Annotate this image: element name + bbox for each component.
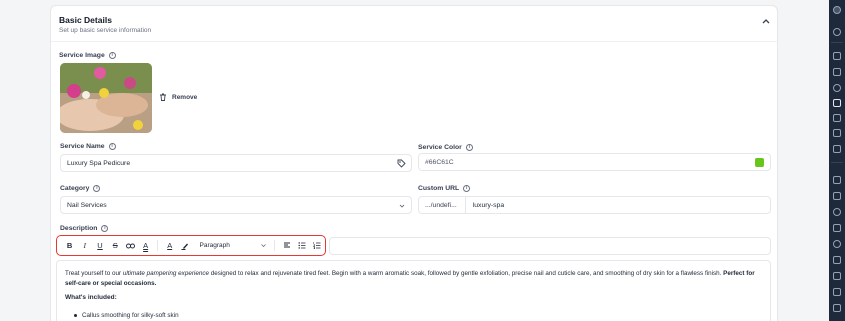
remove-image-button[interactable]: Remove [159,93,197,101]
inbox-icon[interactable] [833,114,841,122]
sidebar-divider [831,162,843,163]
service-name-label-text: Service Name [60,143,105,150]
category-label: Category i [60,185,101,192]
custom-url-label: Custom URL i [418,185,471,192]
numbered-list-button[interactable] [310,238,325,253]
body-text-1: Treat yourself to our [65,270,123,277]
send-icon[interactable] [833,192,841,200]
payments-icon[interactable] [833,224,841,232]
remove-label: Remove [172,93,198,101]
text-color-button[interactable]: A [162,238,177,253]
star-icon[interactable] [833,240,841,248]
info-icon[interactable]: i [101,225,109,232]
chevron-down-icon [399,204,405,208]
service-image-label-text: Service Image [59,52,105,59]
category-label-text: Category [60,185,90,192]
highlighter-icon [181,243,188,250]
search-icon[interactable] [833,28,841,36]
align-button[interactable] [279,238,294,253]
category-select[interactable]: Nail Services [60,196,412,214]
custom-url-label-text: Custom URL [418,185,460,192]
description-label-text: Description [60,225,98,232]
highlight-button[interactable] [177,238,192,253]
align-left-icon [283,242,290,248]
section-title: Basic Details [59,15,112,25]
custom-url-value: luxury-spa [472,201,505,209]
clear-format-button[interactable]: A [138,238,153,253]
rich-text-toolbar: B I U S A A Paragraph [56,235,326,256]
color-swatch[interactable] [755,158,764,167]
compass-icon[interactable] [833,52,841,60]
service-color-label: Service Color i [418,144,473,151]
body-emphasis: ultimate pampering experience [122,270,209,277]
service-name-input[interactable]: Luxury Spa Pedicure [60,154,412,172]
numbered-list-icon [313,242,321,249]
chart-icon[interactable] [833,288,841,296]
service-color-label-text: Service Color [418,144,462,151]
toolbar-divider [274,240,276,251]
strikethrough-button[interactable]: S [108,238,123,253]
chat-icon[interactable] [833,84,841,92]
custom-url-input[interactable]: .../undefi... luxury-spa [418,196,771,214]
basic-details-card: Basic Details Set up basic service infor… [50,5,779,321]
bullet-dot [74,314,77,317]
apps-icon[interactable] [833,304,841,312]
service-color-value: #66C61C [425,158,454,166]
analytics-icon[interactable] [833,272,841,280]
included-heading: What's included: [65,294,117,301]
description-editor[interactable]: Treat yourself to our ultimate pampering… [56,260,771,321]
category-value: Nail Services [67,201,107,209]
info-icon[interactable]: i [463,185,471,192]
users-icon[interactable] [833,129,841,137]
chevron-up-icon[interactable] [760,16,772,26]
right-sidebar [829,0,845,321]
link-button[interactable] [123,238,138,253]
bullet-list-icon [298,242,306,249]
list-item: Callus smoothing for silky-soft skin [74,312,762,319]
service-image-thumbnail[interactable] [60,63,152,133]
body-text-2: designed to relax and rejuvenate tired f… [208,270,724,277]
service-name-label: Service Name i [60,143,116,150]
description-paragraph: Treat yourself to our ultimate pampering… [65,269,762,289]
grid-icon[interactable] [833,68,841,76]
image-icon[interactable] [833,256,841,264]
toolbar-extension [329,237,771,255]
block-type-select[interactable]: Paragraph [197,239,271,252]
tag-icon [397,159,406,168]
service-image-label: Service Image i [59,52,116,59]
tools-icon[interactable] [833,176,841,184]
service-color-input[interactable]: #66C61C [418,153,771,171]
bullet-list-button[interactable] [295,238,310,253]
page: Basic Details Set up basic service infor… [0,0,845,321]
refresh-icon[interactable] [833,208,841,216]
underline-button[interactable]: U [92,238,107,253]
trash-icon [160,93,166,101]
sidebar-divider [831,42,843,43]
block-type-value: Paragraph [199,242,230,249]
document-icon[interactable] [833,145,841,153]
info-icon[interactable]: i [93,185,101,192]
info-icon[interactable]: i [108,143,116,150]
pedicure-photo [60,63,152,133]
divider [51,41,779,42]
toolbar-divider [157,240,159,251]
calendar-icon[interactable] [833,99,841,107]
url-prefix: .../undefi... [425,197,466,213]
info-icon[interactable]: i [108,52,116,59]
bold-button[interactable]: B [62,238,77,253]
service-name-value: Luxury Spa Pedicure [67,159,131,167]
avatar[interactable] [833,6,841,14]
link-icon [125,243,135,248]
description-label: Description i [60,225,109,232]
list-item-text: Callus smoothing for silky-soft skin [82,312,179,319]
italic-button[interactable]: I [77,238,92,253]
section-subtitle: Set up basic service information [59,27,152,34]
info-icon[interactable]: i [465,144,473,151]
chevron-down-icon [261,244,267,248]
